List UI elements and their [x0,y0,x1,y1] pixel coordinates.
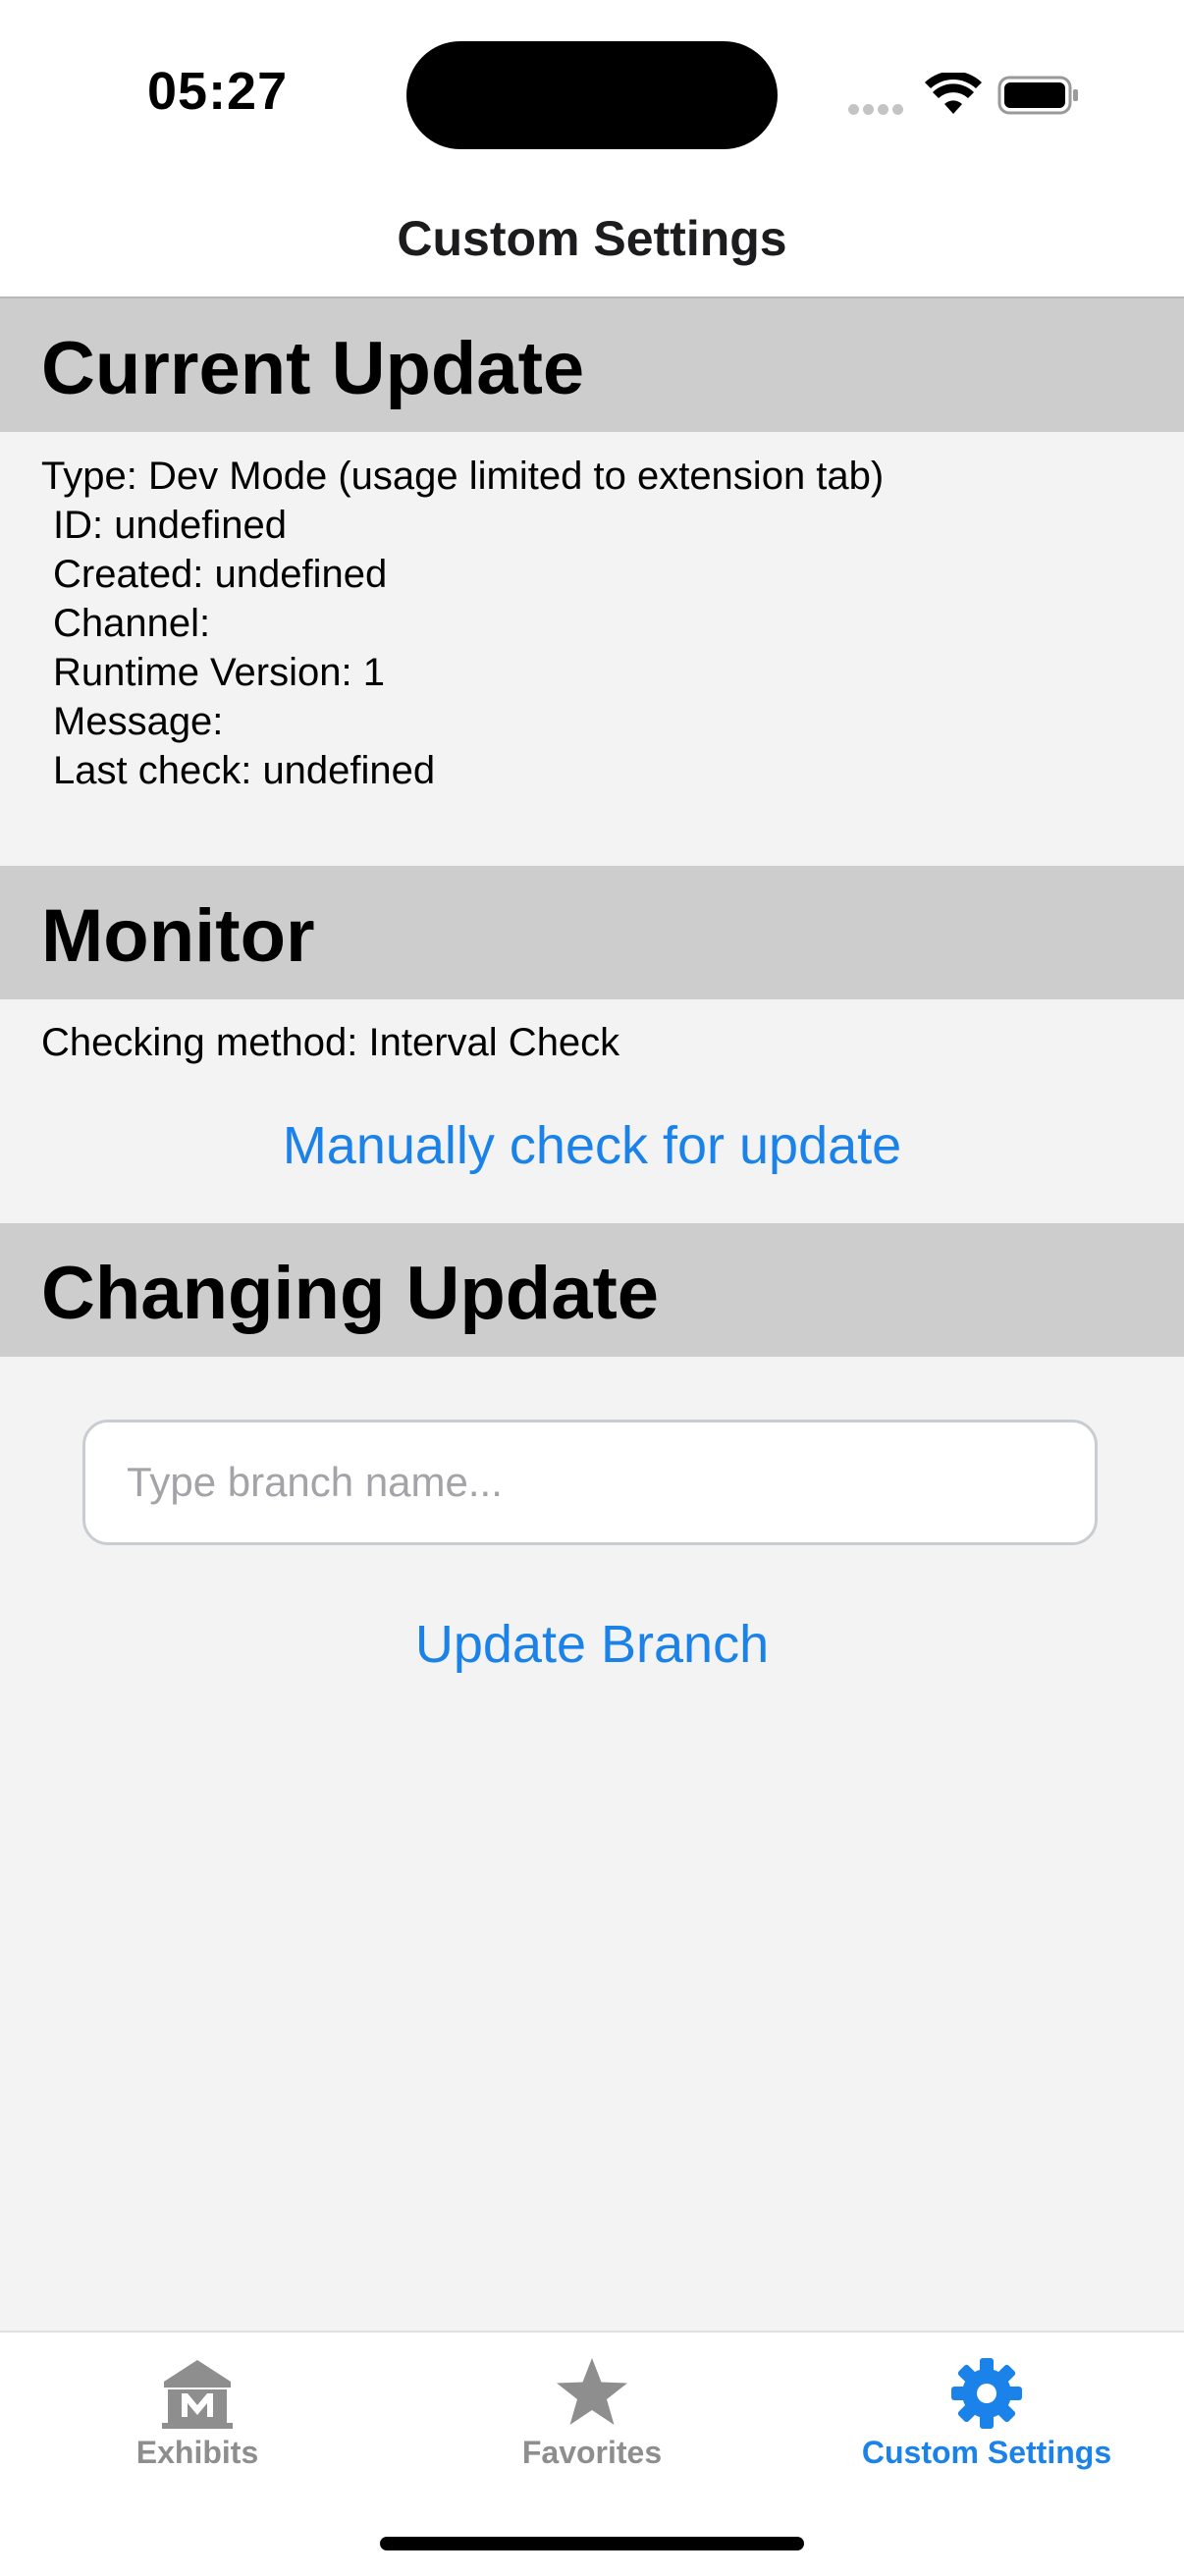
museum-icon [162,2360,233,2429]
update-created-text: Created: undefined [53,553,388,596]
monitor-section-header: Monitor [0,866,1184,999]
tab-exhibits-label: Exhibits [135,2435,259,2470]
last-check-text: Last check: undefined [53,749,436,792]
screen: 05:27 Custom Settings Current Update Typ… [0,0,1184,2576]
current-update-info: Type: Dev Mode (usage limited to extensi… [41,452,1141,795]
cellular-signal-icon [848,102,907,116]
monitor-title: Monitor [41,894,315,978]
current-update-section-header: Current Update [0,298,1184,432]
update-message-text: Message: [53,700,235,743]
dynamic-island [406,41,778,149]
update-type-text: Type: Dev Mode (usage limited to extensi… [41,455,885,498]
manual-check-button[interactable]: Manually check for update [0,1115,1184,1176]
update-branch-button[interactable]: Update Branch [0,1614,1184,1675]
status-time: 05:27 [147,62,289,121]
checking-method-text: Checking method: Interval Check [41,1021,620,1064]
current-update-title: Current Update [41,327,585,410]
tab-custom-settings[interactable]: Custom Settings [789,2333,1184,2480]
home-indicator[interactable] [380,2537,804,2550]
tab-custom-settings-label: Custom Settings [861,2435,1112,2470]
update-id-text: ID: undefined [53,504,287,547]
battery-icon [997,76,1078,115]
changing-update-section-header: Changing Update [0,1223,1184,1357]
branch-name-input[interactable] [82,1420,1098,1545]
tab-exhibits[interactable]: Exhibits [0,2333,395,2480]
runtime-version-text: Runtime Version: 1 [53,651,385,694]
status-bar: 05:27 [0,0,1184,187]
navigation-header: Custom Settings [0,187,1184,298]
star-icon [557,2358,627,2425]
page-title: Custom Settings [397,211,787,266]
tab-favorites[interactable]: Favorites [395,2333,789,2480]
gear-icon [951,2358,1022,2429]
changing-update-title: Changing Update [41,1252,660,1335]
tab-favorites-label: Favorites [521,2435,663,2470]
wifi-icon [925,73,982,114]
update-channel-text: Channel: [53,602,222,645]
